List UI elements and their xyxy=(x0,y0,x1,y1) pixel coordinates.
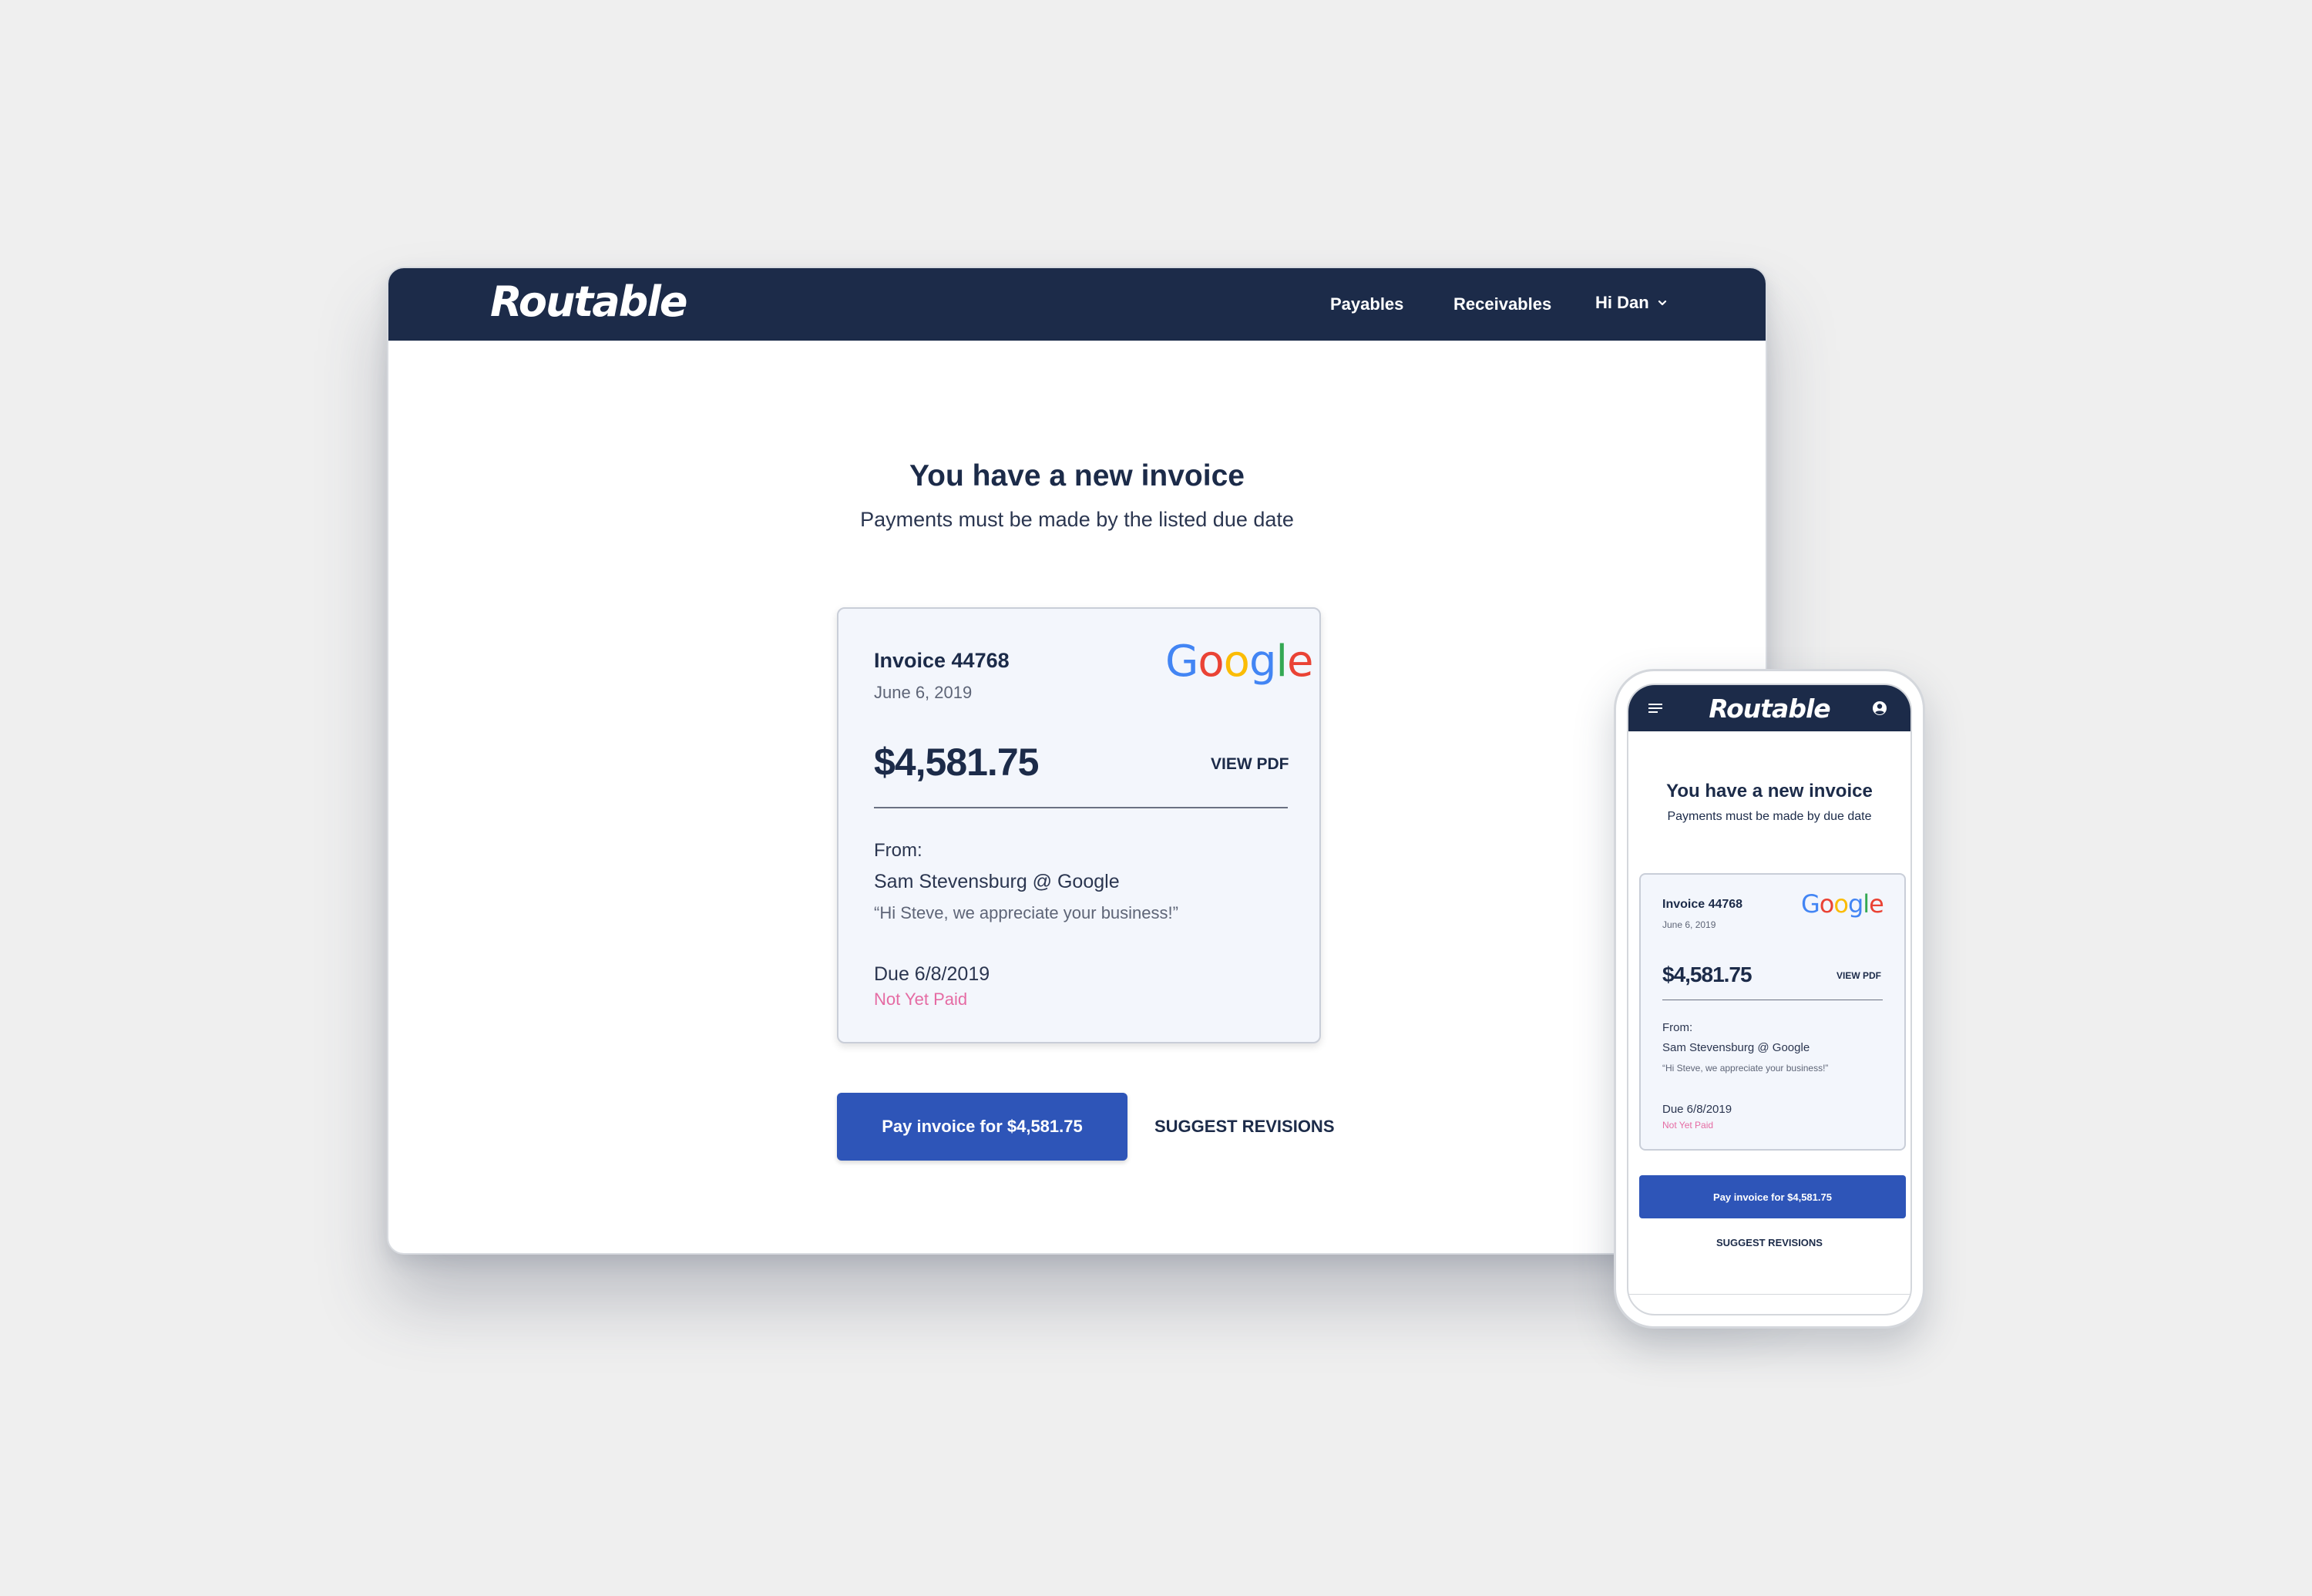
invoice-amount: $4,581.75 xyxy=(1662,963,1752,986)
divider xyxy=(874,807,1288,808)
view-pdf-link[interactable]: VIEW PDF xyxy=(1836,970,1881,981)
pay-invoice-button[interactable]: Pay invoice for $4,581.75 xyxy=(837,1093,1127,1161)
nav-receivables-link[interactable]: Receivables xyxy=(1453,294,1551,314)
top-navbar: Routable Payables Receivables Hi Dan xyxy=(388,268,1766,341)
suggest-revisions-button[interactable]: SUGGEST REVISIONS xyxy=(1154,1117,1335,1137)
mobile-screen: Routable You have a new invoice Payments… xyxy=(1627,684,1912,1315)
user-menu[interactable]: Hi Dan xyxy=(1595,293,1668,313)
view-pdf-link[interactable]: VIEW PDF xyxy=(1211,755,1289,774)
due-date: Due 6/8/2019 xyxy=(1662,1103,1732,1116)
sender-note: “Hi Steve, we appreciate your business!” xyxy=(874,903,1178,922)
due-date: Due 6/8/2019 xyxy=(874,963,990,985)
payment-status: Not Yet Paid xyxy=(1662,1120,1714,1131)
user-menu-label: Hi Dan xyxy=(1595,293,1649,312)
invoice-date: June 6, 2019 xyxy=(1662,919,1716,930)
nav-payables-link[interactable]: Payables xyxy=(1330,294,1403,314)
invoice-number: Invoice 44768 xyxy=(874,649,1010,672)
user-circle-icon[interactable] xyxy=(1870,699,1889,717)
invoice-card: Invoice 44768 June 6, 2019 Google $4,581… xyxy=(837,607,1321,1043)
sender-note: “Hi Steve, we appreciate your business!” xyxy=(1662,1063,1829,1074)
sender-name: Sam Stevensburg @ Google xyxy=(874,871,1120,892)
invoice-number: Invoice 44768 xyxy=(1662,898,1743,911)
mobile-invoice-card: Invoice 44768 June 6, 2019 Google $4,581… xyxy=(1639,873,1906,1151)
mobile-page-subtitle: Payments must be made by due date xyxy=(1667,810,1872,823)
sender-name: Sam Stevensburg @ Google xyxy=(1662,1041,1810,1054)
mobile-page-title: You have a new invoice xyxy=(1666,781,1873,801)
mobile-device: Routable You have a new invoice Payments… xyxy=(1614,669,1925,1329)
page-title: You have a new invoice xyxy=(909,459,1245,492)
google-logo: Google xyxy=(1165,637,1314,687)
mobile-suggest-revisions-button[interactable]: SUGGEST REVISIONS xyxy=(1628,1237,1910,1248)
from-label: From: xyxy=(1662,1021,1693,1034)
from-label: From: xyxy=(874,840,922,861)
invoice-amount: $4,581.75 xyxy=(874,741,1039,784)
payment-status: Not Yet Paid xyxy=(874,990,968,1009)
mobile-pay-invoice-button[interactable]: Pay invoice for $4,581.75 xyxy=(1639,1175,1906,1218)
routable-logo-mobile[interactable]: Routable xyxy=(1628,694,1910,724)
routable-logo[interactable]: Routable xyxy=(490,279,687,325)
desktop-window: Routable Payables Receivables Hi Dan You… xyxy=(387,267,1767,1255)
page-subtitle: Payments must be made by the listed due … xyxy=(860,508,1294,531)
chevron-down-icon xyxy=(1658,300,1666,306)
divider xyxy=(1628,1294,1910,1295)
mobile-navbar: Routable xyxy=(1628,685,1910,731)
google-logo: Google xyxy=(1801,889,1884,919)
invoice-date: June 6, 2019 xyxy=(874,683,973,702)
